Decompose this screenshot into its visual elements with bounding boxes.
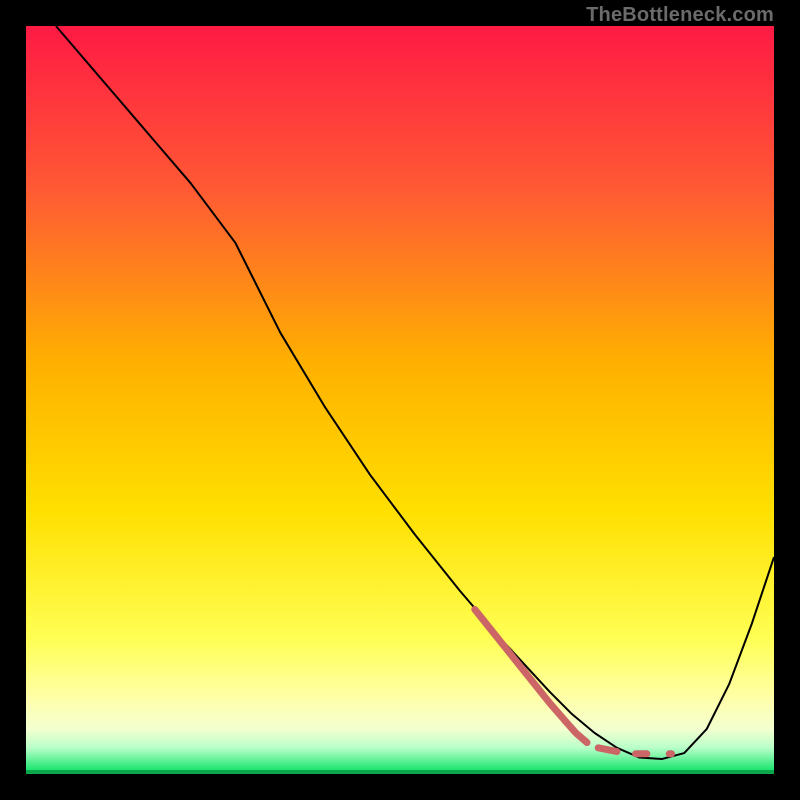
chart-frame: TheBottleneck.com <box>0 0 800 800</box>
plot-area <box>26 26 774 774</box>
red-dash-overlay <box>598 748 617 752</box>
chart-svg <box>26 26 774 774</box>
watermark-text: TheBottleneck.com <box>586 4 774 27</box>
gradient-background <box>26 26 774 774</box>
bottom-green-line <box>26 770 774 774</box>
